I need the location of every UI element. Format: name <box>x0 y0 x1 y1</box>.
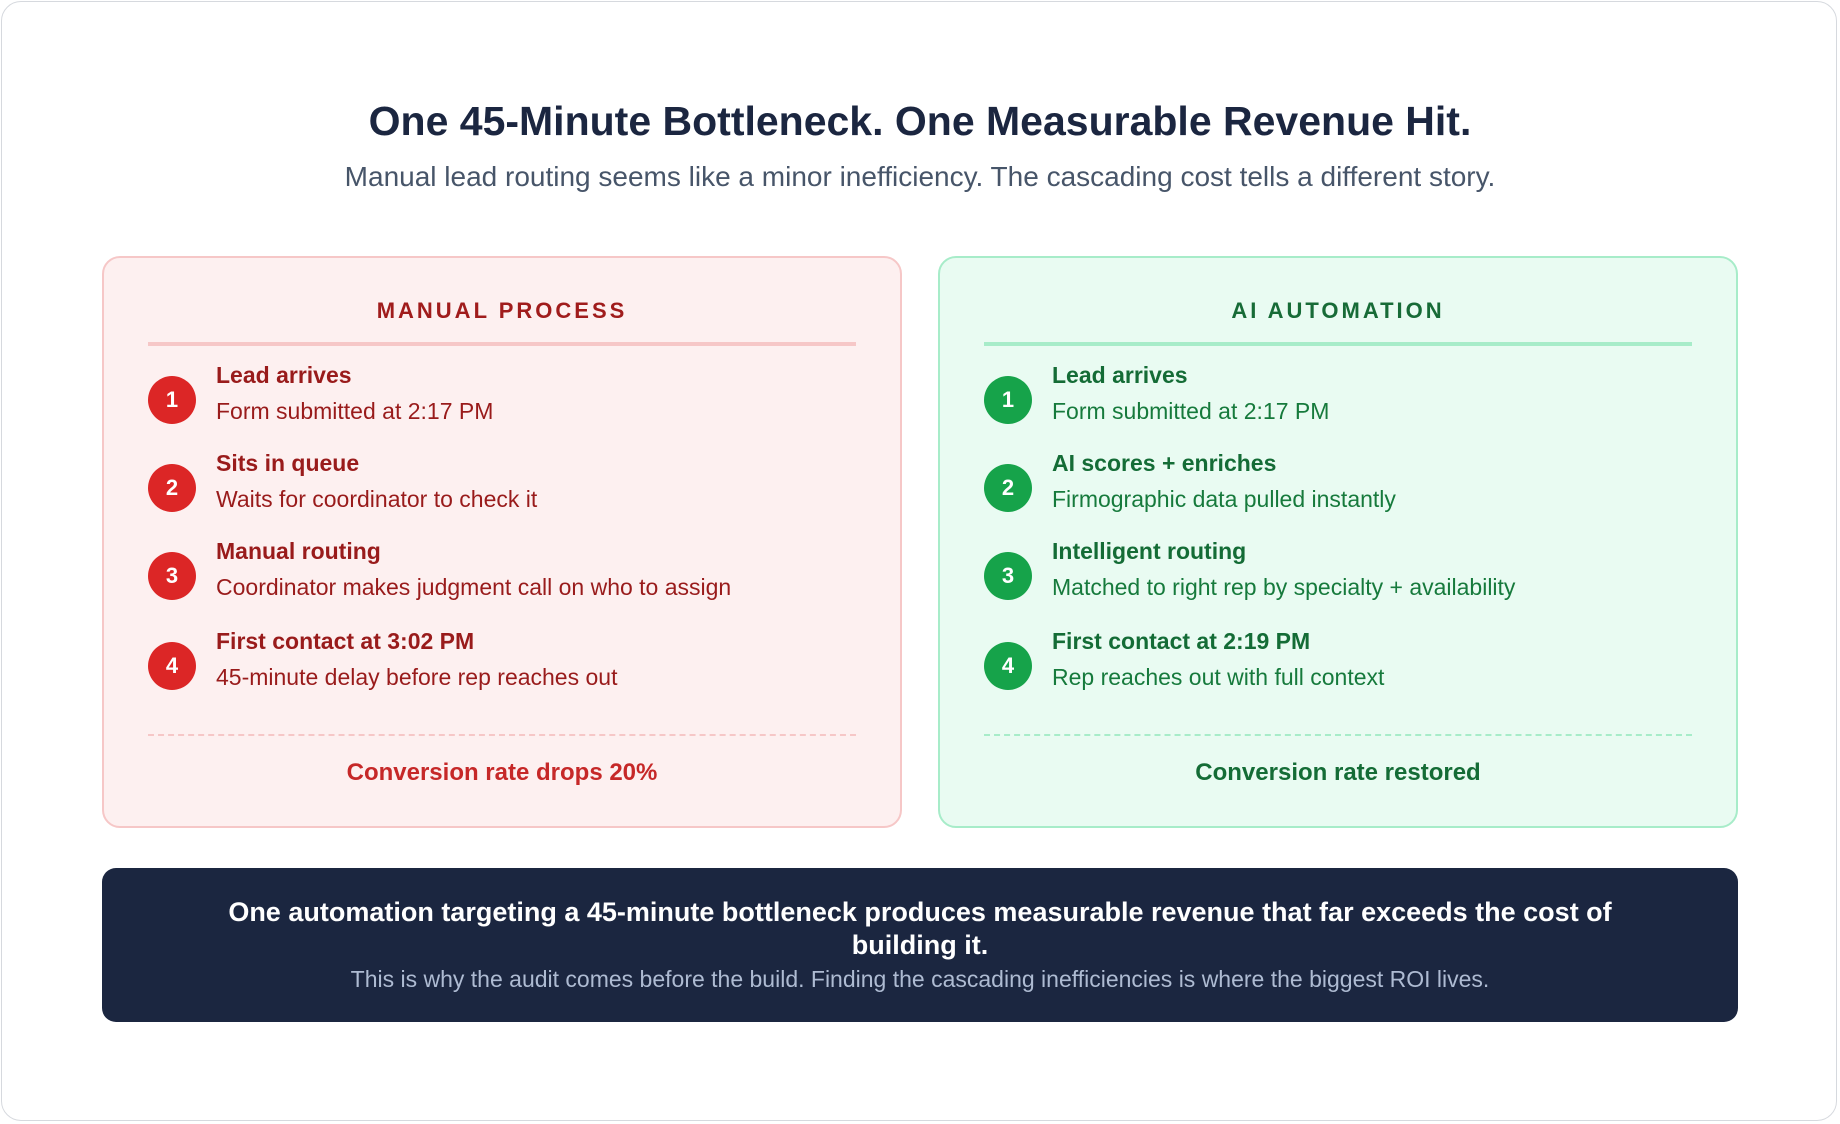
step-title: Manual routing <box>216 538 381 564</box>
divider <box>148 342 856 346</box>
step-item: 3 Intelligent routing Matched to right r… <box>984 538 1704 632</box>
step-description: Form submitted at 2:17 PM <box>1052 398 1330 424</box>
step-item: 1 Lead arrives Form submitted at 2:17 PM <box>984 362 1704 456</box>
step-number-badge: 3 <box>148 552 196 600</box>
step-title: Sits in queue <box>216 450 360 476</box>
step-number-badge: 2 <box>148 464 196 512</box>
step-number-badge: 4 <box>148 642 196 690</box>
dashed-divider <box>984 734 1692 736</box>
step-title: Intelligent routing <box>1052 538 1247 564</box>
banner-headline: One automation targeting a 45-minute bot… <box>228 897 1612 960</box>
step-title: Lead arrives <box>216 362 352 388</box>
step-description: Waits for coordinator to check it <box>216 486 538 512</box>
step-number-badge: 4 <box>984 642 1032 690</box>
step-description: Rep reaches out with full context <box>1052 664 1385 690</box>
result-text: Conversion rate restored <box>1195 759 1481 786</box>
step-number-badge: 1 <box>148 376 196 424</box>
panel-title: MANUAL PROCESS <box>376 298 628 323</box>
divider <box>984 342 1692 346</box>
step-item: 2 AI scores + enriches Firmographic data… <box>984 450 1704 544</box>
step-number-badge: 1 <box>984 376 1032 424</box>
ai-automation-panel: AI AUTOMATION 1 Lead arrives Form submit… <box>938 256 1738 828</box>
step-item: 4 First contact at 3:02 PM 45-minute del… <box>148 628 868 722</box>
step-description: Form submitted at 2:17 PM <box>216 398 494 424</box>
panel-title: AI AUTOMATION <box>1231 298 1445 323</box>
step-number-badge: 2 <box>984 464 1032 512</box>
step-item: 3 Manual routing Coordinator makes judgm… <box>148 538 868 632</box>
step-description: Firmographic data pulled instantly <box>1052 486 1396 512</box>
step-item: 2 Sits in queue Waits for coordinator to… <box>148 450 868 544</box>
step-number-badge: 3 <box>984 552 1032 600</box>
step-item: 4 First contact at 2:19 PM Rep reaches o… <box>984 628 1704 722</box>
page-subtitle: Manual lead routing seems like a minor i… <box>344 161 1496 192</box>
conclusion-banner: One automation targeting a 45-minute bot… <box>102 868 1738 1022</box>
step-description: Coordinator makes judgment call on who t… <box>216 574 732 600</box>
step-title: First contact at 2:19 PM <box>1052 628 1311 654</box>
step-item: 1 Lead arrives Form submitted at 2:17 PM <box>148 362 868 456</box>
manual-process-panel: MANUAL PROCESS 1 Lead arrives Form submi… <box>102 256 902 828</box>
step-description: Matched to right rep by specialty + avai… <box>1052 574 1516 600</box>
result-text: Conversion rate drops 20% <box>346 759 658 786</box>
page-title: One 45-Minute Bottleneck. One Measurable… <box>368 98 1472 144</box>
step-title: AI scores + enriches <box>1052 450 1277 476</box>
step-description: 45-minute delay before rep reaches out <box>216 664 618 690</box>
step-title: Lead arrives <box>1052 362 1188 388</box>
dashed-divider <box>148 734 856 736</box>
step-title: First contact at 3:02 PM <box>216 628 475 654</box>
banner-subtext: This is why the audit comes before the b… <box>350 966 1490 992</box>
